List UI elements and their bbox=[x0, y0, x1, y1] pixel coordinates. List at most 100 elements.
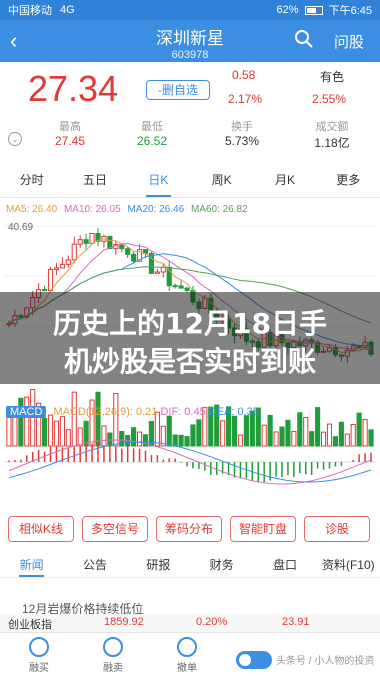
macd-chart bbox=[0, 420, 380, 500]
tab-period-more[interactable]: 更多 bbox=[317, 162, 380, 197]
nav-label: 融卖 bbox=[103, 663, 123, 674]
index-points: 23.91 bbox=[282, 616, 310, 628]
candle-body bbox=[42, 289, 48, 292]
watermark-text: 头条号 / 小人物的投资 bbox=[276, 656, 375, 667]
stat-label: 最高 bbox=[59, 121, 81, 133]
nav-margin-buy[interactable]: 融买 bbox=[14, 637, 64, 674]
sector-label[interactable]: 有色 bbox=[320, 68, 344, 85]
macd-dea: DEA: 0.35 bbox=[208, 406, 259, 418]
tab-announcements[interactable]: 公告 bbox=[63, 552, 126, 577]
battery-icon bbox=[304, 5, 323, 15]
feature-buttons: 相似K线 多空信号 筹码分布 智能盯盘 诊股 bbox=[0, 516, 380, 542]
smart-monitor-button[interactable]: 智能盯盘 bbox=[230, 516, 296, 542]
nav-label: 融买 bbox=[29, 663, 49, 674]
stat-label: 成交额 bbox=[315, 121, 349, 133]
candle-body bbox=[154, 271, 160, 274]
headline-line1: 历史上的12月18日手 bbox=[53, 307, 327, 340]
candle-body bbox=[160, 266, 166, 273]
tab-period[interactable]: 日K bbox=[127, 162, 190, 197]
candle-body bbox=[184, 287, 190, 291]
ma5-text: MA5: 26.40 bbox=[6, 204, 58, 215]
stat-low: 最低 26.52 bbox=[122, 118, 182, 148]
stat-amount: 成交额 1.18亿 bbox=[300, 118, 364, 151]
carrier-text: 中国移动 bbox=[8, 5, 52, 17]
macd-legend: MACD MACD(12,26,9): 0.21 DIF: 0.45 DEA: … bbox=[6, 406, 259, 418]
macd-badge[interactable]: MACD bbox=[6, 406, 47, 418]
content-tabs: 新闻 公告 研报 财务 盘口 资料(F10) bbox=[0, 552, 380, 578]
current-price: 27.34 bbox=[28, 68, 119, 109]
nav-label: 撤单 bbox=[177, 663, 197, 674]
similar-kline-button[interactable]: 相似K线 bbox=[8, 516, 74, 542]
stat-high: 最高 27.45 bbox=[40, 118, 100, 148]
chip-distribution-button[interactable]: 筹码分布 bbox=[156, 516, 222, 542]
macd-dif: DIF: 0.45 bbox=[160, 406, 206, 418]
tab-profile[interactable]: 资料(F10) bbox=[317, 552, 380, 577]
chevron-down-icon[interactable]: ⌄ bbox=[8, 132, 22, 146]
cancel-order-icon bbox=[177, 637, 197, 657]
status-bar: 中国移动 4G 62% 下午6:45 bbox=[0, 0, 380, 20]
stat-value: 1.18亿 bbox=[314, 136, 350, 150]
network-text: 4G bbox=[60, 4, 75, 16]
quote-stats: ⌄ 最高 27.45 最低 26.52 换手 5.73% 成交额 1.18亿 bbox=[0, 118, 380, 150]
stock-name: 深圳新星 bbox=[156, 29, 224, 48]
tab-news[interactable]: 新闻 bbox=[0, 552, 63, 577]
ask-stock-button[interactable]: 问股 bbox=[334, 31, 364, 52]
tab-research[interactable]: 研报 bbox=[127, 552, 190, 577]
candle-body bbox=[71, 243, 77, 261]
candle-body bbox=[47, 268, 54, 292]
index-ticker[interactable]: 创业板指 1859.92 0.20% 23.91 bbox=[0, 614, 380, 632]
macd-svg bbox=[4, 439, 376, 485]
candle-body bbox=[178, 285, 184, 289]
price-change-percent: 2.17% bbox=[228, 92, 263, 106]
tab-period[interactable]: 月K bbox=[253, 162, 316, 197]
ma-legend: MA5: 26.40 MA10: 26.05 MA20: 26.46 MA60:… bbox=[6, 204, 252, 215]
candle-body bbox=[83, 239, 89, 244]
ma20-text: MA20: 26.46 bbox=[127, 204, 185, 215]
index-value: 1859.92 bbox=[104, 616, 144, 628]
stat-value: 27.45 bbox=[54, 134, 86, 148]
macd-params: MACD(12,26,9): 0.21 bbox=[53, 406, 158, 418]
index-name: 创业板指 bbox=[8, 619, 52, 631]
tab-finance[interactable]: 财务 bbox=[190, 552, 253, 577]
stock-code: 603978 bbox=[171, 49, 209, 61]
tab-orderbook[interactable]: 盘口 bbox=[253, 552, 316, 577]
candle-body bbox=[53, 267, 60, 270]
stat-label: 最低 bbox=[141, 121, 163, 133]
battery-text: 62% bbox=[276, 4, 299, 16]
quote-panel: 27.34 -删自选 0.58 2.17% 有色 2.55% ⌄ 最高 27.4… bbox=[0, 62, 380, 150]
tab-period[interactable]: 周K bbox=[190, 162, 253, 197]
period-tabs: 分时 五日 日K 周K 月K 更多 bbox=[0, 162, 380, 198]
stat-value: 5.73% bbox=[224, 134, 260, 148]
tab-period[interactable]: 五日 bbox=[63, 162, 126, 197]
candle-body bbox=[148, 253, 154, 274]
price-max-label: 40.69 bbox=[8, 222, 34, 233]
remove-watchlist-button[interactable]: -删自选 bbox=[146, 80, 210, 100]
price-change: 0.58 bbox=[232, 68, 256, 82]
nav-cancel-order[interactable]: 撤单 bbox=[162, 637, 212, 674]
stat-value: 26.52 bbox=[136, 134, 168, 148]
diagnose-stock-button[interactable]: 诊股 bbox=[304, 516, 370, 542]
margin-buy-icon bbox=[29, 637, 49, 657]
candle-body bbox=[131, 253, 137, 262]
toggle-switch[interactable] bbox=[236, 651, 272, 669]
ma60-text: MA60: 26.82 bbox=[190, 204, 248, 215]
sector-change-percent: 2.55% bbox=[312, 92, 347, 106]
title-bar: ‹ 深圳新星 603978 问股 bbox=[0, 20, 380, 62]
search-icon[interactable] bbox=[294, 29, 314, 49]
candle-body bbox=[172, 285, 178, 288]
time-text: 下午6:45 bbox=[328, 5, 372, 17]
margin-sell-icon bbox=[103, 637, 123, 657]
candle-body bbox=[125, 248, 131, 255]
index-change: 0.20% bbox=[196, 616, 228, 628]
bull-bear-signal-button[interactable]: 多空信号 bbox=[82, 516, 148, 542]
candle-body bbox=[65, 259, 71, 265]
headline-overlay: 历史上的12月18日手 机炒股是否实时到账 bbox=[0, 292, 380, 384]
candle-body bbox=[89, 233, 95, 244]
ma10-text: MA10: 26.05 bbox=[63, 204, 121, 215]
stat-turnover: 换手 5.73% bbox=[212, 118, 272, 148]
headline-line2: 机炒股是否实时到账 bbox=[63, 345, 316, 378]
tab-period[interactable]: 分时 bbox=[0, 162, 63, 197]
stat-label: 换手 bbox=[231, 121, 253, 133]
candle-body bbox=[77, 239, 83, 245]
nav-margin-sell[interactable]: 融卖 bbox=[88, 637, 138, 674]
